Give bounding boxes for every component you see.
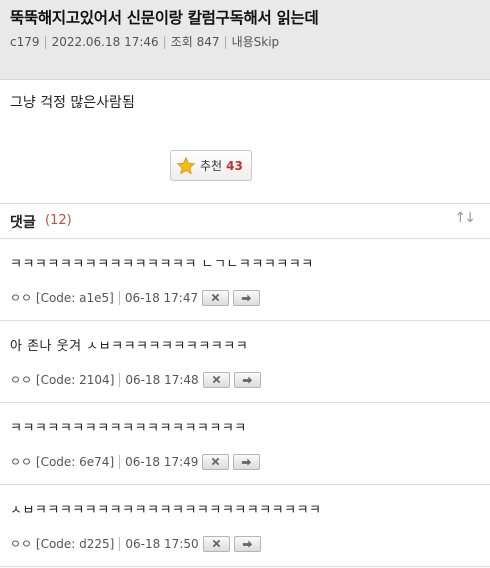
comment-author: ㅇㅇ [Code: a1e5] [10, 291, 114, 305]
meta-divider [118, 290, 120, 305]
meta-divider [119, 372, 121, 387]
comment-time: 06-18 17:48 [125, 372, 199, 387]
reply-arrow-icon [242, 293, 252, 302]
recommend-label: 추천 [200, 159, 223, 173]
delete-button[interactable] [202, 535, 230, 552]
comment-time: 06-18 17:47 [124, 290, 199, 305]
comment-text: 아 존나 웃겨 ㅅㅂㅋㅋㅋㅋㅋㅋㅋㅋㅋㅋㅋ [10, 339, 249, 354]
reply-button[interactable] [233, 453, 261, 470]
reply-button[interactable] [233, 371, 261, 388]
delete-button[interactable] [202, 289, 230, 306]
comment-author: ㅇㅇ [Code: 6e74] [10, 455, 115, 469]
delete-button[interactable] [202, 371, 230, 388]
close-icon [211, 293, 220, 302]
post-title: 뚝뚝해지고있어서 신문이랑 칼럼구독해서 읽는데 [10, 9, 319, 27]
meta-divider [119, 536, 121, 551]
comment-item: ㅅㅂㅋㅋㅋㅋㅋㅋㅋㅋㅋㅋㅋㅋㅋㅋㅋㅋㅋㅋㅋㅋㅋㅋㅋ ㅇㅇ [Code: d225… [0, 485, 490, 567]
comment-meta: ㅇㅇ [Code: d225] 06-18 17:50 [10, 535, 261, 552]
close-icon [212, 457, 220, 466]
comment-time: 06-18 17:49 [125, 454, 199, 469]
comments-count: (12) [45, 213, 72, 228]
sort-icon[interactable]: ↑↓ [455, 210, 477, 226]
star-icon [176, 156, 196, 174]
comment-author: ㅇㅇ [Code: d225] [10, 537, 115, 551]
comment-item: ㅋㅋㅋㅋㅋㅋㅋㅋㅋㅋㅋㅋㅋㅋㅋㅋㅋㅋㅋ ㅇㅇ [Code: 6e74] 06-1… [0, 403, 490, 485]
comment-meta: ㅇㅇ [Code: a1e5] 06-18 17:47 [10, 289, 261, 306]
reply-arrow-icon [242, 457, 252, 466]
comment-meta: ㅇㅇ [Code: 6e74] 06-18 17:49 [10, 453, 261, 470]
skip-link[interactable]: 내용Skip [232, 35, 280, 49]
comment-text: ㅅㅂㅋㅋㅋㅋㅋㅋㅋㅋㅋㅋㅋㅋㅋㅋㅋㅋㅋㅋㅋㅋㅋㅋㅋ [10, 503, 322, 518]
post-date: 2022.06.18 17:46 [51, 35, 159, 49]
reply-button[interactable] [233, 289, 261, 306]
comment-time: 06-18 17:50 [125, 536, 199, 551]
comment-meta: ㅇㅇ [Code: 2104] 06-18 17:48 [10, 371, 261, 388]
close-icon [212, 375, 220, 384]
comment-text: ㅋㅋㅋㅋㅋㅋㅋㅋㅋㅋㅋㅋㅋㅋㅋㅋㅋㅋㅋ [10, 421, 247, 436]
recommend-button[interactable]: 추천 43 [170, 150, 252, 181]
reply-arrow-icon [242, 375, 252, 384]
comments-label: 댓글 [10, 215, 36, 231]
reply-arrow-icon [242, 539, 252, 548]
comment-author: ㅇㅇ [Code: 2104] [10, 373, 115, 387]
reply-button[interactable] [233, 535, 261, 552]
delete-button[interactable] [202, 453, 230, 470]
meta-divider [119, 454, 121, 469]
comment-item: 아 존나 웃겨 ㅅㅂㅋㅋㅋㅋㅋㅋㅋㅋㅋㅋㅋ ㅇㅇ [Code: 2104] 06… [0, 321, 490, 403]
post-author[interactable]: c179 [10, 35, 40, 49]
post-header: 뚝뚝해지고있어서 신문이랑 칼럼구독해서 읽는데 c179 | 2022.06.18… [0, 0, 490, 80]
post-meta: c179 | 2022.06.18 17:46 | 조회 847 | 내용Skip [10, 35, 280, 49]
comment-item: ㅋㅋㅋㅋㅋㅋㅋㅋㅋㅋㅋㅋㅋㅋㅋ ㄴㄱㄴㅋㅋㅋㅋㅋㅋ ㅇㅇ [Code: a1e5… [0, 239, 490, 321]
comment-text: ㅋㅋㅋㅋㅋㅋㅋㅋㅋㅋㅋㅋㅋㅋㅋ ㄴㄱㄴㅋㅋㅋㅋㅋㅋ [10, 257, 314, 272]
recommend-count: 43 [226, 158, 243, 173]
comments-header: 댓글 (12) ↑↓ [0, 203, 490, 239]
post-body: 그냥 걱정 많은사람됨 [10, 95, 135, 111]
post-views: 조회 847 [170, 35, 220, 49]
close-icon [212, 539, 220, 548]
